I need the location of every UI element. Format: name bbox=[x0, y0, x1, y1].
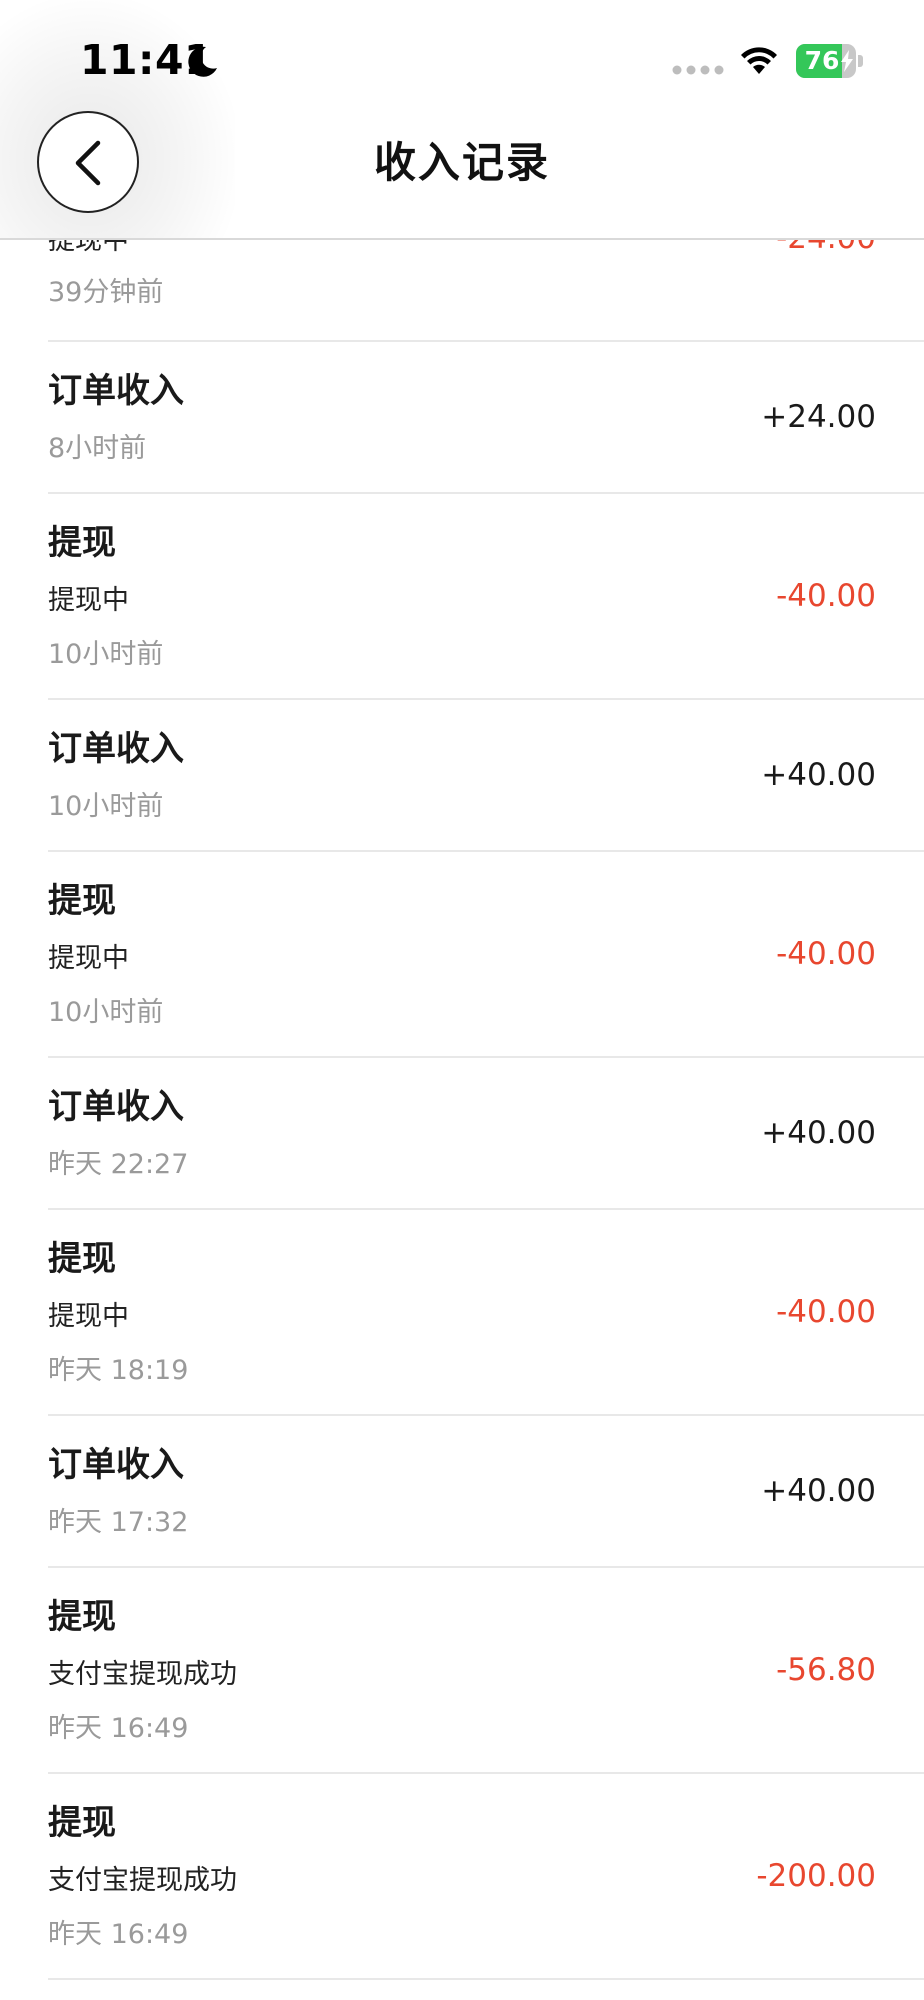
wifi-icon bbox=[741, 47, 777, 74]
record-item[interactable]: 订单收入 10小时前 +40.00 bbox=[48, 700, 924, 852]
record-title: 订单收入 bbox=[48, 1445, 184, 1485]
bolt-icon bbox=[841, 50, 853, 72]
record-title: 订单收入 bbox=[48, 1087, 184, 1127]
record-time: 昨天 16:49 bbox=[48, 1919, 189, 1950]
record-status: 提现中 bbox=[48, 585, 129, 616]
record-amount: -40.00 bbox=[776, 578, 876, 614]
record-title: 订单收入 bbox=[48, 729, 184, 769]
record-item[interactable]: 订单收入 昨天 17:32 +40.00 bbox=[48, 1416, 924, 1568]
record-title: 订单收入 bbox=[48, 371, 184, 411]
record-status: 支付宝提现成功 bbox=[48, 1865, 237, 1896]
battery-body: 76 bbox=[796, 44, 856, 78]
battery-cap bbox=[858, 55, 863, 67]
page-title: 收入记录 bbox=[373, 138, 550, 187]
record-item[interactable]: 提现 支付宝提现成功 昨天 16:49 -56.80 bbox=[48, 1568, 924, 1774]
moon-icon bbox=[188, 46, 217, 77]
record-item[interactable]: 提现 提现中 10小时前 -40.00 bbox=[48, 852, 924, 1058]
record-time: 10小时前 bbox=[48, 997, 164, 1028]
record-time: 39分钟前 bbox=[48, 277, 164, 308]
record-time: 昨天 16:49 bbox=[48, 1713, 189, 1744]
income-records-screen: 提现中 39分钟前 -24.00 订单收入 8小时前 +24.00 提现 提现中… bbox=[0, 0, 924, 2000]
status-bar: 11:41 76 bbox=[0, 0, 924, 110]
record-amount: +40.00 bbox=[761, 1115, 876, 1151]
record-amount: -56.80 bbox=[776, 1652, 876, 1688]
record-amount: +40.00 bbox=[761, 1473, 876, 1509]
record-item[interactable]: 提现 提现中 10小时前 -40.00 bbox=[48, 494, 924, 700]
record-title: 提现 bbox=[48, 1239, 116, 1279]
battery-charging-icon: 76 bbox=[796, 44, 866, 78]
record-time: 8小时前 bbox=[48, 433, 147, 464]
battery-level: 76 bbox=[804, 46, 840, 75]
record-title: 提现 bbox=[48, 1803, 116, 1843]
record-item[interactable]: 提现 提现中 昨天 18:19 -40.00 bbox=[48, 1210, 924, 1416]
record-title: 提现 bbox=[48, 1597, 116, 1637]
record-time: 10小时前 bbox=[48, 639, 164, 670]
record-amount: -200.00 bbox=[756, 1858, 876, 1894]
record-amount: +40.00 bbox=[761, 757, 876, 793]
record-item[interactable]: 订单收入 昨天 22:27 +40.00 bbox=[48, 1058, 924, 1210]
record-time: 昨天 18:19 bbox=[48, 1355, 189, 1386]
record-status: 支付宝提现成功 bbox=[48, 1659, 237, 1690]
record-status: 提现中 bbox=[48, 1301, 129, 1332]
record-amount: -40.00 bbox=[776, 1294, 876, 1330]
record-item[interactable]: 订单收入 8小时前 +24.00 bbox=[48, 342, 924, 494]
record-title: 提现 bbox=[48, 881, 116, 921]
record-amount: +24.00 bbox=[761, 399, 876, 435]
cellular-signal-icon bbox=[672, 65, 724, 75]
record-title: 提现 bbox=[48, 523, 116, 563]
record-list: 提现中 39分钟前 -24.00 订单收入 8小时前 +24.00 提现 提现中… bbox=[0, 0, 924, 2000]
back-button[interactable] bbox=[37, 111, 139, 213]
record-time: 昨天 17:32 bbox=[48, 1507, 189, 1538]
record-time: 10小时前 bbox=[48, 791, 164, 822]
record-status: 提现中 bbox=[48, 943, 129, 974]
record-item[interactable]: 提现 支付宝提现成功 昨天 16:49 -200.00 bbox=[48, 1774, 924, 1980]
record-time: 昨天 22:27 bbox=[48, 1149, 189, 1180]
chevron-left-icon bbox=[75, 140, 101, 186]
record-amount: -40.00 bbox=[776, 936, 876, 972]
